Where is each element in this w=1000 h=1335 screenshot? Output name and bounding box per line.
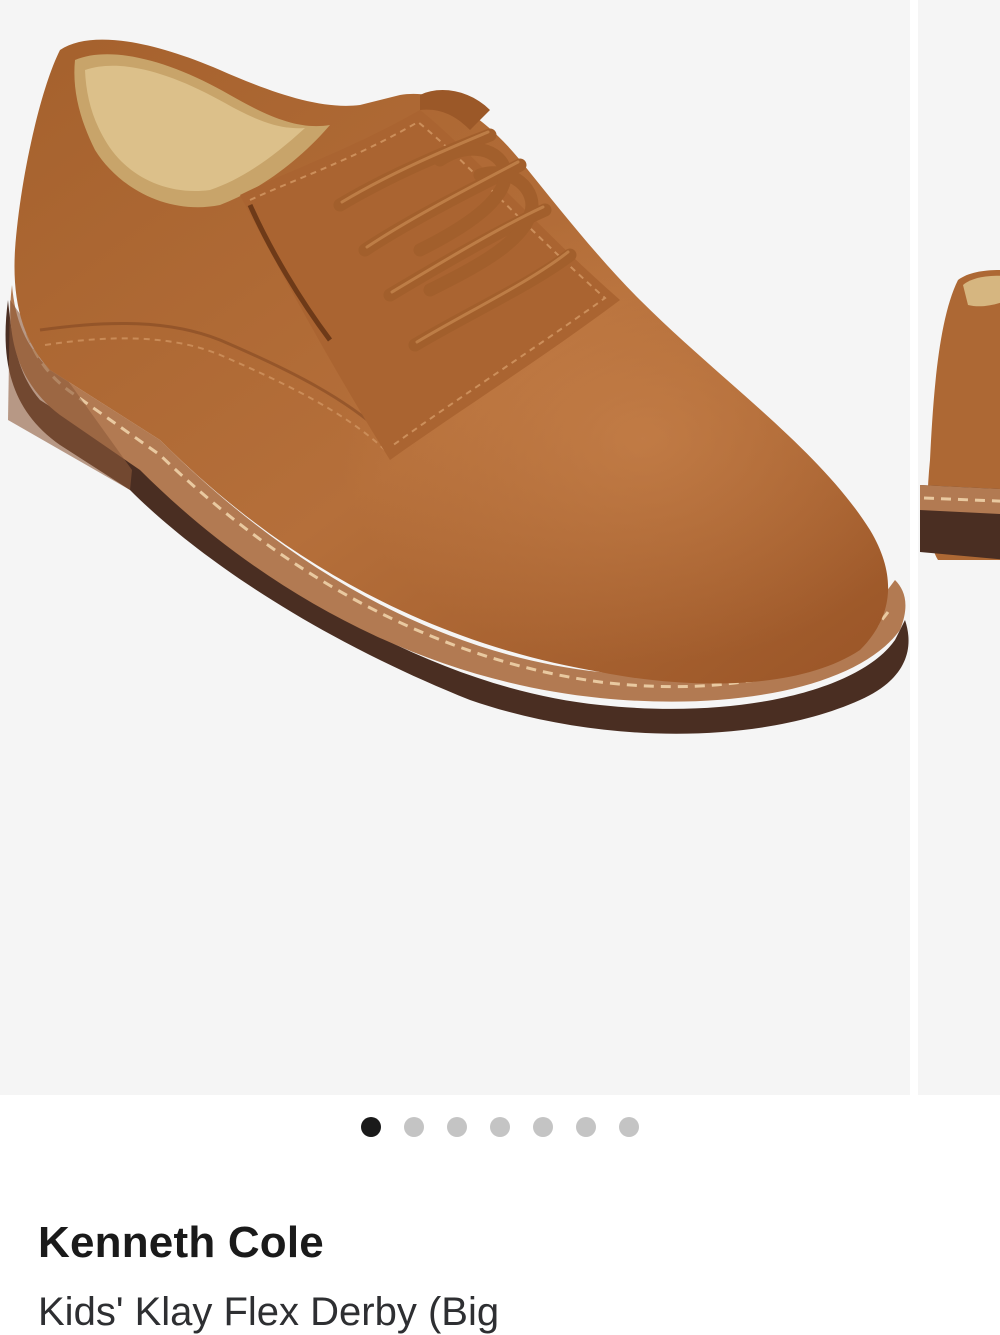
product-image-main[interactable] bbox=[0, 0, 910, 1095]
shoe-image bbox=[5, 39, 909, 734]
carousel-dot-4[interactable] bbox=[490, 1117, 510, 1137]
carousel-pagination bbox=[0, 1117, 1000, 1139]
product-image-next-preview[interactable] bbox=[918, 0, 1000, 1095]
carousel-dot-6[interactable] bbox=[576, 1117, 596, 1137]
carousel-dot-7[interactable] bbox=[619, 1117, 639, 1137]
product-brand[interactable]: Kenneth Cole bbox=[38, 1218, 324, 1268]
carousel-dot-5[interactable] bbox=[533, 1117, 553, 1137]
shoe-image-next bbox=[920, 270, 1000, 560]
carousel-dot-2[interactable] bbox=[404, 1117, 424, 1137]
image-carousel[interactable] bbox=[0, 0, 1000, 1095]
carousel-dot-3[interactable] bbox=[447, 1117, 467, 1137]
product-title: Kids' Klay Flex Derby (Big bbox=[38, 1290, 500, 1334]
carousel-dot-1[interactable] bbox=[361, 1117, 381, 1137]
